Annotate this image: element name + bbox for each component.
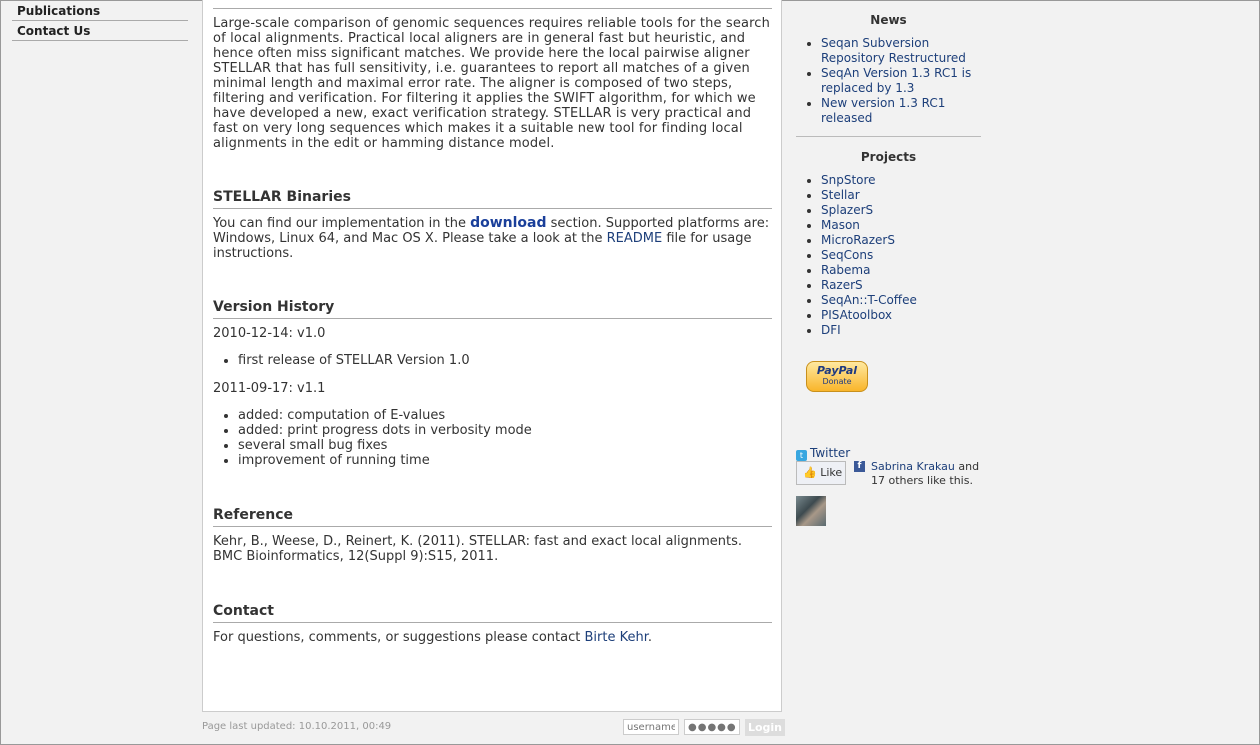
facebook-like-button[interactable]: 👍 Like [796, 461, 846, 485]
readme-link[interactable]: README [607, 231, 663, 246]
project-link[interactable]: Rabema [821, 263, 870, 277]
like-label: Like [820, 466, 843, 479]
projects-title: Projects [860, 150, 917, 164]
main-content: Large-scale comparison of genomic sequen… [202, 0, 782, 712]
version-date-v2: 2011-09-17: v1.1 [213, 381, 326, 396]
paypal-logo: PayPal [816, 364, 858, 377]
donate-label: Donate [822, 377, 852, 386]
contact-person-link[interactable]: Birte Kehr [584, 630, 647, 645]
left-navigation: Publications Contact Us [12, 1, 188, 41]
top-divider [213, 8, 772, 9]
version-date-v1: 2010-12-14: v1.0 [213, 326, 326, 341]
list-item: added: print progress dots in verbosity … [238, 423, 772, 438]
contact-text: For questions, comments, or suggestions … [213, 630, 772, 645]
project-item: SeqCons [821, 248, 981, 263]
reference-text: Kehr, B., Weese, D., Reinert, K. (2011).… [213, 534, 743, 564]
password-input[interactable] [684, 719, 740, 735]
project-link[interactable]: MicroRazerS [821, 233, 895, 247]
project-link[interactable]: Mason [821, 218, 860, 232]
list-item: several small bug fixes [238, 438, 772, 453]
news-link[interactable]: SeqAn Version 1.3 RC1 is replaced by 1.3 [821, 66, 971, 95]
version-history-section: Version History 2010-12-14: v1.0 first r… [213, 299, 772, 468]
avatar[interactable] [796, 496, 826, 526]
facebook-likes-text: Sabrina Krakau and 17 others like this. [871, 460, 981, 488]
project-link[interactable]: PISAtoolbox [821, 308, 892, 322]
news-item: SeqAn Version 1.3 RC1 is replaced by 1.3 [821, 66, 981, 96]
binaries-text-before: You can find our implementation in the [213, 216, 471, 231]
nav-item-publications[interactable]: Publications [12, 1, 188, 21]
login-button[interactable]: Login [745, 719, 785, 736]
project-link[interactable]: SnpStore [821, 173, 876, 187]
project-item: SeqAn::T-Coffee [821, 293, 981, 308]
twitter-icon: t [796, 450, 807, 461]
paypal-donate-button[interactable]: PayPal Donate [806, 361, 868, 392]
contact-text-before: For questions, comments, or suggestions … [213, 630, 585, 645]
fb-friend-link[interactable]: Sabrina Krakau [871, 460, 955, 473]
list-item: first release of STELLAR Version 1.0 [238, 353, 772, 368]
project-item: Rabema [821, 263, 981, 278]
binaries-heading: STELLAR Binaries [213, 189, 772, 209]
binaries-section: STELLAR Binaries You can find our implem… [213, 189, 772, 261]
contact-section: Contact For questions, comments, or sugg… [213, 603, 772, 645]
project-item: DFI [821, 323, 981, 338]
project-item: RazerS [821, 278, 981, 293]
news-title: News [870, 13, 907, 27]
version-history-heading: Version History [213, 299, 772, 319]
project-link[interactable]: DFI [821, 323, 841, 337]
list-item: improvement of running time [238, 453, 772, 468]
project-item: Mason [821, 218, 981, 233]
version-v2-list: added: computation of E-values added: pr… [213, 408, 772, 468]
last-updated-text: Page last updated: 10.10.2011, 00:49 [202, 721, 392, 732]
project-item: SplazerS [821, 203, 981, 218]
binaries-text: You can find our implementation in the d… [213, 215, 772, 262]
twitter-label: Twitter [810, 446, 851, 460]
news-link[interactable]: New version 1.3 RC1 released [821, 96, 945, 125]
project-link[interactable]: Stellar [821, 188, 860, 202]
project-item: MicroRazerS [821, 233, 981, 248]
project-link[interactable]: RazerS [821, 278, 863, 292]
projects-list: SnpStore Stellar SplazerS Mason MicroRaz… [796, 173, 981, 338]
news-list: Seqan Subversion Repository Restructured… [796, 36, 981, 126]
nav-item-contact-us[interactable]: Contact Us [12, 21, 188, 41]
project-link[interactable]: SeqCons [821, 248, 873, 262]
download-link[interactable]: download [470, 215, 546, 231]
sidebar-divider [796, 136, 981, 137]
username-input[interactable] [623, 719, 679, 735]
reference-section: Reference Kehr, B., Weese, D., Reinert, … [213, 507, 772, 564]
project-item: Stellar [821, 188, 981, 203]
list-item: added: computation of E-values [238, 408, 772, 423]
facebook-icon: f [854, 461, 865, 472]
project-item: PISAtoolbox [821, 308, 981, 323]
twitter-link[interactable]: t Twitter [796, 446, 850, 461]
right-sidebar: News Seqan Subversion Repository Restruc… [796, 1, 981, 526]
news-item: New version 1.3 RC1 released [821, 96, 981, 126]
version-v1-list: first release of STELLAR Version 1.0 [213, 353, 772, 368]
news-item: Seqan Subversion Repository Restructured [821, 36, 981, 66]
reference-heading: Reference [213, 507, 772, 527]
contact-heading: Contact [213, 603, 772, 623]
thumbs-up-icon: 👍 [803, 466, 817, 479]
news-link[interactable]: Seqan Subversion Repository Restructured [821, 36, 966, 65]
project-link[interactable]: SplazerS [821, 203, 873, 217]
project-link[interactable]: SeqAn::T-Coffee [821, 293, 917, 307]
intro-paragraph: Large-scale comparison of genomic sequen… [213, 16, 770, 151]
project-item: SnpStore [821, 173, 981, 188]
contact-text-after: . [647, 630, 652, 645]
